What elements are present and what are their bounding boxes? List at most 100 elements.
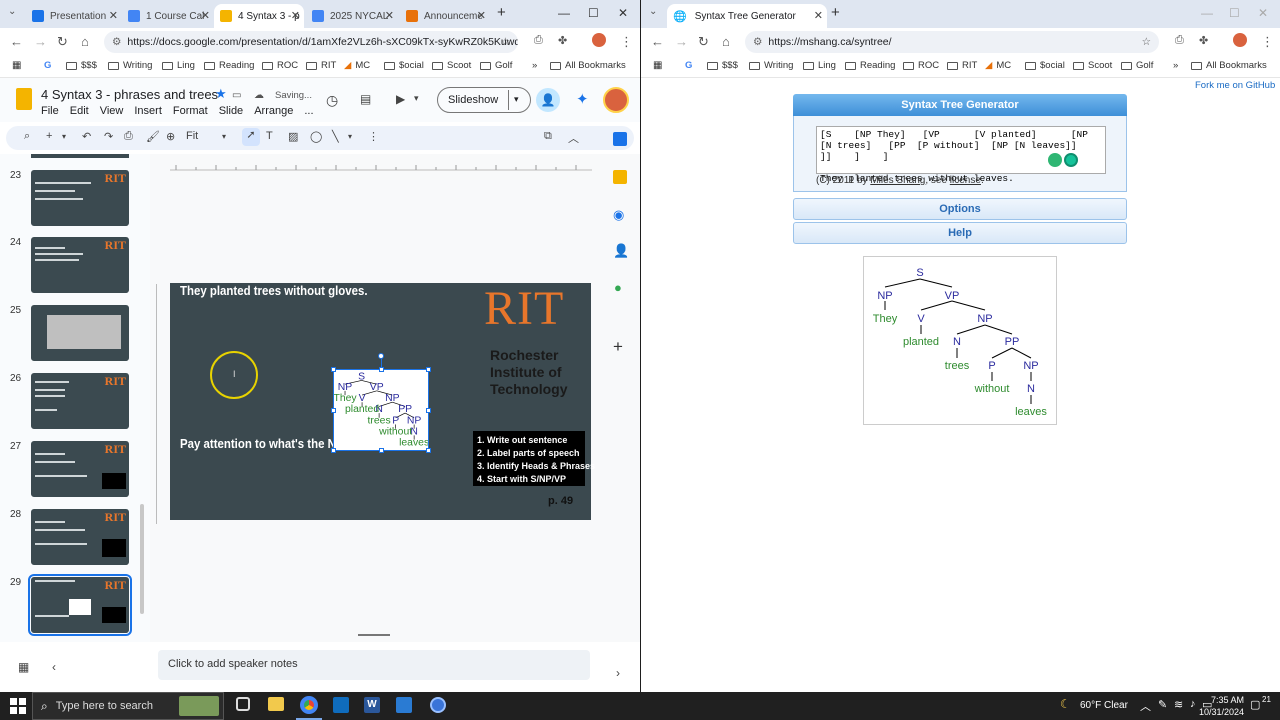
tab-presentation[interactable]: Presentation ✕ <box>26 4 122 28</box>
star-icon[interactable]: ★ <box>215 86 227 102</box>
slide-thumbnail[interactable]: RIT <box>31 509 129 565</box>
close-icon[interactable]: ✕ <box>109 9 118 22</box>
comment-icon[interactable]: ▤ <box>360 92 371 106</box>
task-view-icon[interactable] <box>236 697 250 711</box>
bookmark-folder[interactable]: Scoot <box>432 60 471 71</box>
slide-title[interactable]: They planted trees without gloves. <box>180 283 368 298</box>
close-icon[interactable]: ✕ <box>291 9 300 22</box>
tab-course-cal[interactable]: 1 Course Cal ✕ <box>122 4 214 28</box>
meet-icon[interactable]: ▶ <box>396 92 405 106</box>
chevron-up-icon[interactable]: ︿ <box>1140 698 1151 714</box>
apps-grid-icon[interactable]: ▦ <box>653 60 662 71</box>
close-icon[interactable]: ✕ <box>477 9 486 22</box>
zoom-fit-select[interactable]: Fit <box>186 130 198 142</box>
help-toggle[interactable]: Help <box>793 222 1127 244</box>
tab-announcements[interactable]: Announceme ✕ <box>400 4 490 28</box>
bookmark-folder[interactable]: Writing <box>108 60 152 71</box>
chevron-down-icon[interactable]: ▾ <box>414 93 419 104</box>
chevron-down-icon[interactable]: ▾ <box>514 94 519 105</box>
bookmark-folder[interactable]: Scoot <box>1073 60 1112 71</box>
printer-icon[interactable]: ⎙ <box>1175 34 1184 47</box>
site-info-icon[interactable]: ⚙ <box>753 36 762 48</box>
grammarly-icon[interactable] <box>1064 153 1078 167</box>
bookmark-folder[interactable]: Golf <box>480 60 512 71</box>
tab-nycal[interactable]: 2025 NYCAL ✕ <box>306 4 398 28</box>
extensions-icon[interactable]: ✤ <box>558 34 567 47</box>
search-icon[interactable]: ⌕ <box>24 130 30 143</box>
menu-slide[interactable]: Slide <box>219 105 243 117</box>
home-icon[interactable]: ⌂ <box>722 34 730 49</box>
taskbar-search-box[interactable]: ⌕ Type here to search <box>32 692 224 720</box>
slide-thumbnail[interactable]: RIT <box>31 170 129 226</box>
bracket-input[interactable]: [S [NP They] [VP [V planted] [NP [N tree… <box>816 126 1106 184</box>
printer-icon[interactable]: ⎙ <box>534 34 543 47</box>
calculator-icon[interactable] <box>396 697 412 713</box>
profile-avatar[interactable] <box>592 33 606 47</box>
more-icon[interactable]: ⋮ <box>368 130 379 143</box>
app-icon[interactable] <box>430 697 446 713</box>
home-icon[interactable]: ⌂ <box>81 34 89 49</box>
minimize-icon[interactable]: — <box>558 6 570 20</box>
syntax-tree-output[interactable]: S NP VP V NP N PP P NP N They planted tr… <box>863 256 1057 425</box>
all-bookmarks[interactable]: All Bookmarks <box>550 60 626 71</box>
doc-title[interactable]: 4 Syntax 3 - phrases and trees <box>41 87 218 102</box>
minimize-icon[interactable]: — <box>1201 6 1213 20</box>
maps-icon[interactable]: ● <box>614 280 622 295</box>
new-tab-icon[interactable]: + <box>497 4 506 21</box>
calendar-icon[interactable] <box>613 132 627 146</box>
slides-logo-icon[interactable] <box>16 88 32 110</box>
slide-thumbnail[interactable]: RIT <box>31 237 129 293</box>
move-folder-icon[interactable]: ▭ <box>232 90 241 101</box>
google-icon[interactable]: G <box>44 60 51 71</box>
menu-insert[interactable]: Insert <box>134 105 162 117</box>
grammarly-hint-icon[interactable] <box>1048 153 1062 167</box>
profile-avatar[interactable] <box>1233 33 1247 47</box>
bookmark-folder[interactable]: $$$ <box>707 60 738 71</box>
canvas-scroll-indicator[interactable] <box>358 634 390 636</box>
tasks-icon[interactable]: ◉ <box>613 207 624 223</box>
back-icon[interactable]: ← <box>10 34 23 49</box>
textbox-icon[interactable]: T <box>266 130 273 142</box>
bookmark-folder[interactable]: ROC <box>903 60 939 71</box>
bookmark-folder[interactable]: Reading <box>845 60 895 71</box>
close-icon[interactable]: ✕ <box>814 9 823 22</box>
star-icon[interactable]: ☆ <box>501 36 510 48</box>
all-bookmarks[interactable]: All Bookmarks <box>1191 60 1267 71</box>
tab-search-icon[interactable]: ⌄ <box>8 6 16 17</box>
chrome-icon[interactable] <box>300 696 318 714</box>
collapse-icon[interactable]: ︿ <box>568 130 579 146</box>
reload-icon[interactable]: ↻ <box>698 34 709 50</box>
menu-file[interactable]: File <box>41 105 59 117</box>
tray-pen-icon[interactable]: ✎ <box>1158 698 1167 711</box>
apps-grid-icon[interactable]: ▦ <box>12 60 21 71</box>
menu-edit[interactable]: Edit <box>70 105 89 117</box>
site-info-icon[interactable]: ⚙ <box>112 36 121 48</box>
close-icon[interactable]: ✕ <box>201 9 210 22</box>
more-bookmarks-icon[interactable]: » <box>1173 60 1178 71</box>
slide-thumbnail[interactable]: RIT <box>31 373 129 429</box>
bookmark-folder[interactable]: RIT <box>306 60 336 71</box>
present-icon[interactable]: ⧉ <box>544 130 552 143</box>
google-icon[interactable]: G <box>685 60 692 71</box>
redo-icon[interactable]: ↷ <box>104 130 113 143</box>
slide-thumbnail[interactable] <box>31 305 129 361</box>
print-icon[interactable]: ⎙ <box>124 130 133 143</box>
window-close-icon[interactable]: ✕ <box>1258 6 1268 20</box>
window-close-icon[interactable]: ✕ <box>618 6 628 20</box>
chevron-down-icon[interactable]: ▾ <box>348 132 352 141</box>
bookmark-folder[interactable]: Ling <box>162 60 195 71</box>
zoom-icon[interactable]: ⊕ <box>166 130 175 143</box>
volume-icon[interactable]: ♪ <box>1190 698 1196 710</box>
slide-instruction[interactable]: Pay attention to what's the NP <box>180 436 344 451</box>
forward-icon[interactable]: → <box>675 34 688 49</box>
menu-kebab-icon[interactable]: ⋮ <box>1261 34 1274 50</box>
author-link[interactable]: Miles Shang <box>870 175 925 186</box>
collapse-filmstrip-icon[interactable]: ‹ <box>52 660 56 674</box>
tree-image-selected[interactable]: S NP VP V NP N PP P NP N They planted trees without l… <box>331 353 431 453</box>
license-link[interactable]: license <box>950 175 981 186</box>
maximize-icon[interactable]: ☐ <box>1229 6 1240 20</box>
notification-icon[interactable]: ▢ <box>1250 698 1260 711</box>
get-addons-icon[interactable]: + <box>613 337 623 357</box>
bookmark-folder[interactable]: $ocial <box>384 60 424 71</box>
windows-start-icon[interactable] <box>10 698 26 714</box>
